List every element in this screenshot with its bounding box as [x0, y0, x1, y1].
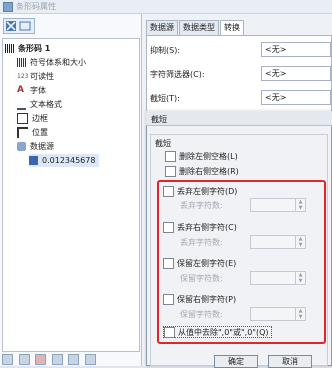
cut-icon[interactable] — [18, 354, 30, 365]
group-title: 截短 — [155, 138, 171, 149]
view-toggle-button[interactable] — [3, 18, 35, 34]
tree-item-position[interactable]: 位置 — [17, 126, 48, 139]
char-filter-label: 字符筛选器(C): — [150, 70, 205, 79]
grid-toggle-icon — [6, 21, 31, 31]
move-down-icon[interactable] — [68, 354, 80, 365]
delete-right-space-checkbox[interactable] — [165, 166, 176, 177]
symbology-icon — [17, 58, 26, 67]
cancel-button[interactable]: 取消 — [268, 355, 312, 368]
barcode-root-icon — [5, 44, 14, 53]
datasource-icon — [17, 142, 26, 151]
app-icon — [3, 2, 13, 12]
tab-datasource[interactable]: 数据源 — [146, 20, 178, 35]
truncate-combo[interactable]: <无> — [261, 90, 331, 105]
text-format-icon — [17, 99, 26, 110]
truncate-label: 截短(T): — [150, 94, 180, 103]
suppress-label: 抑制(S): — [150, 46, 181, 55]
readability-icon: 123 — [17, 73, 29, 80]
data-value-icon — [29, 156, 38, 165]
dialog-title: 截短 — [151, 115, 167, 124]
tree-item-datasource[interactable]: 数据源 — [17, 140, 54, 153]
suppress-combo[interactable]: <无> — [261, 42, 331, 57]
delete-left-space-checkbox[interactable] — [165, 151, 176, 162]
tree-item-readability[interactable]: 123 可读性 — [17, 70, 54, 83]
move-up-icon[interactable] — [51, 354, 63, 365]
tab-transform[interactable]: 转换 — [220, 20, 244, 36]
tree-item-data-value[interactable]: 0.012345678 — [29, 154, 100, 167]
tab-strip: 数据源 数据类型 转换 — [146, 20, 245, 36]
title-bar: 条形码属性 — [0, 0, 332, 14]
tree-item-border[interactable]: 边框 — [17, 112, 48, 125]
new-item-icon[interactable] — [2, 354, 13, 365]
border-icon — [17, 113, 28, 124]
tab-datatype[interactable]: 数据类型 — [179, 20, 219, 35]
ok-button[interactable]: 确定 — [214, 355, 258, 368]
highlight-box — [157, 180, 326, 344]
tree-item-symbology[interactable]: 符号体系和大小 — [17, 56, 86, 69]
delete-icon[interactable] — [35, 354, 47, 365]
delete-left-space-option[interactable]: 删除左侧空格(L) — [165, 151, 238, 163]
position-icon — [17, 127, 28, 138]
tree-item-font[interactable]: A 字体 — [17, 84, 46, 97]
font-icon: A — [17, 85, 24, 95]
tree-item-barcode[interactable]: 条形码 1 — [5, 42, 50, 55]
add-icon[interactable] — [84, 354, 96, 365]
tree-toolbar — [2, 354, 132, 366]
char-filter-combo[interactable]: <无> — [261, 66, 331, 81]
tree-item-text-format[interactable]: 文本格式 — [17, 98, 62, 111]
dialog-title-bar: 截短 — [146, 111, 332, 126]
properties-tree: 条形码 1 符号体系和大小 123 可读性 A 字体 文本格式 边框 位置 数据源 … — [2, 38, 140, 352]
delete-right-space-option[interactable]: 删除右侧空格(R) — [165, 166, 239, 178]
window-title: 条形码属性 — [16, 2, 56, 11]
